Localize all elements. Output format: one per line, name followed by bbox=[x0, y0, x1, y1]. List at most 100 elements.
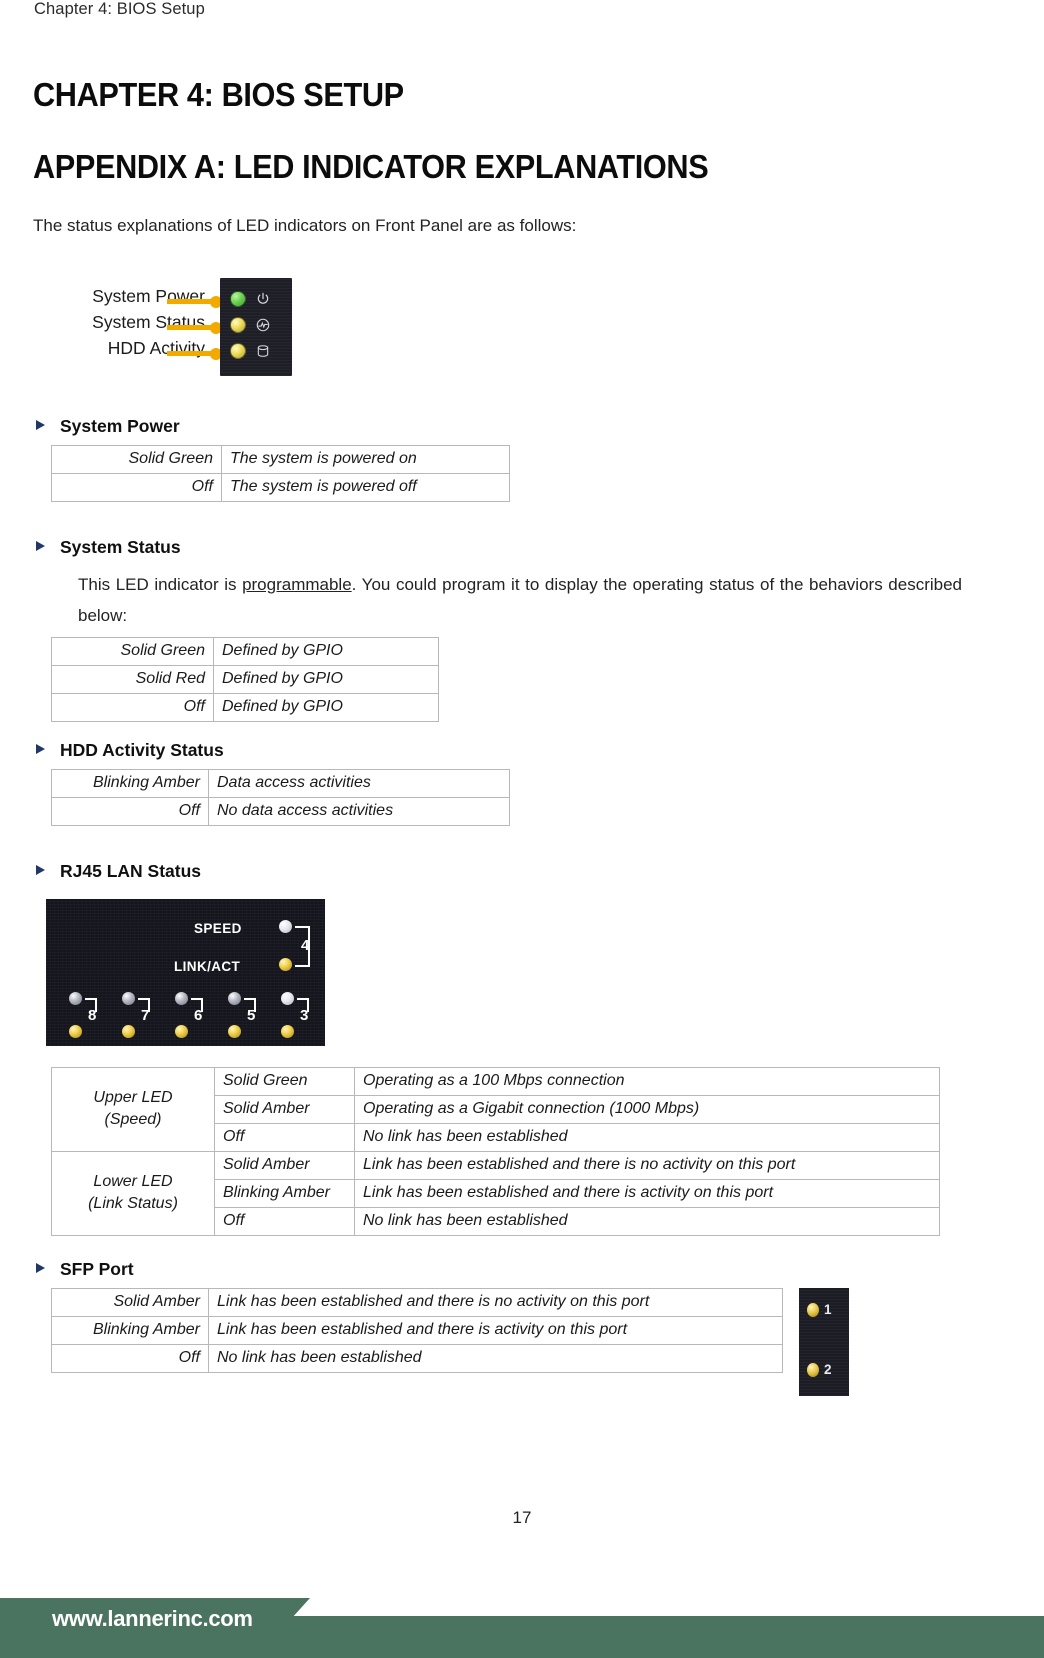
power-led bbox=[230, 291, 246, 307]
rj45-port-number-4: 4 bbox=[301, 937, 310, 954]
rj45-port-number-3: 3 bbox=[300, 1007, 309, 1024]
system-status-paragraph: This LED indicator is programmable. You … bbox=[78, 575, 962, 626]
table-row: Blinking Amber Data access activities bbox=[51, 769, 510, 798]
table-row: Lower LED (Link Status) Solid Amber Link … bbox=[51, 1151, 940, 1236]
rj45-speed-led bbox=[279, 920, 292, 933]
rj45-port-number-6: 6 bbox=[194, 1007, 203, 1024]
description-cell: No link has been established bbox=[354, 1123, 940, 1152]
rj45-lower-led-3 bbox=[281, 1025, 294, 1038]
bullet-triangle-icon bbox=[36, 744, 45, 754]
state-cell: Solid Amber bbox=[214, 1151, 355, 1180]
table-row: Upper LED (Speed) Solid Green Operating a… bbox=[51, 1067, 940, 1152]
rj45-upper-led-6 bbox=[175, 992, 188, 1005]
section-heading-system-status: System Status bbox=[36, 537, 181, 558]
rj45-port-number-8: 8 bbox=[88, 1007, 97, 1024]
description-cell: Data access activities bbox=[208, 769, 510, 798]
bullet-triangle-icon bbox=[36, 865, 45, 875]
rj45-port-number-7: 7 bbox=[141, 1007, 150, 1024]
rj45-speed-label: SPEED bbox=[194, 921, 242, 936]
state-cell: Blinking Amber bbox=[51, 769, 209, 798]
appendix-heading: APPENDIX A: LED INDICATOR EXPLANATIONS bbox=[33, 148, 709, 185]
intro-paragraph: The status explanations of LED indicator… bbox=[33, 216, 577, 235]
state-cell: Blinking Amber bbox=[214, 1179, 355, 1208]
callout-arrow-hdd-activity bbox=[167, 347, 222, 360]
chapter-heading: CHAPTER 4: BIOS SETUP bbox=[33, 76, 404, 113]
callout-arrow-system-power bbox=[167, 295, 222, 308]
state-cell: Solid Green bbox=[51, 637, 214, 666]
rj45-upper-led-3 bbox=[281, 992, 294, 1005]
callout-arrow-system-status bbox=[167, 321, 222, 334]
system-status-table: Solid Green Defined by GPIO Solid Red De… bbox=[51, 637, 439, 722]
status-led bbox=[230, 317, 246, 333]
description-cell: Link has been established and there is a… bbox=[208, 1316, 783, 1345]
power-icon bbox=[257, 292, 269, 304]
rj45-upper-led-8 bbox=[69, 992, 82, 1005]
section-heading-system-power: System Power bbox=[36, 416, 180, 437]
group-label-upper-led: Upper LED (Speed) bbox=[51, 1067, 215, 1152]
table-row: Off The system is powered off bbox=[51, 473, 510, 502]
state-cell: Solid Green bbox=[51, 445, 222, 474]
section-heading-hdd-activity: HDD Activity Status bbox=[36, 740, 224, 761]
bullet-triangle-icon bbox=[36, 1263, 45, 1273]
bullet-triangle-icon bbox=[36, 541, 45, 551]
description-cell: Link has been established and there is n… bbox=[354, 1151, 940, 1180]
section-heading-rj45-lan: RJ45 LAN Status bbox=[36, 861, 201, 882]
sfp-port-number-2: 2 bbox=[824, 1362, 832, 1377]
table-row: Solid Red Defined by GPIO bbox=[51, 665, 439, 694]
state-cell: Solid Amber bbox=[214, 1095, 355, 1124]
rj45-lower-led-8 bbox=[69, 1025, 82, 1038]
state-cell: Solid Green bbox=[214, 1067, 355, 1096]
state-cell: Solid Red bbox=[51, 665, 214, 694]
rj45-lower-led-6 bbox=[175, 1025, 188, 1038]
description-cell: No data access activities bbox=[208, 797, 510, 826]
front-panel-photo bbox=[220, 278, 292, 376]
description-cell: Defined by GPIO bbox=[213, 665, 439, 694]
hdd-led bbox=[230, 343, 246, 359]
description-cell: No link has been established bbox=[354, 1207, 940, 1236]
hdd-icon bbox=[257, 345, 269, 357]
programmable-link: programmable bbox=[242, 575, 352, 594]
running-header: Chapter 4: BIOS Setup bbox=[34, 0, 205, 18]
state-cell: Off bbox=[214, 1123, 355, 1152]
description-cell: Operating as a 100 Mbps connection bbox=[354, 1067, 940, 1096]
rj45-upper-led-5 bbox=[228, 992, 241, 1005]
front-panel-row-power bbox=[230, 288, 286, 310]
rj45-lower-led-5 bbox=[228, 1025, 241, 1038]
description-cell: Operating as a Gigabit connection (1000 … bbox=[354, 1095, 940, 1124]
description-cell: The system is powered off bbox=[221, 473, 510, 502]
state-cell: Off bbox=[51, 473, 222, 502]
rj45-linkact-led bbox=[279, 958, 292, 971]
description-cell: The system is powered on bbox=[221, 445, 510, 474]
sfp-port-photo: 1 2 bbox=[799, 1288, 849, 1396]
description-cell: Defined by GPIO bbox=[213, 637, 439, 666]
rj45-lan-photo: SPEED LINK/ACT 4 8 7 6 5 3 bbox=[46, 899, 325, 1046]
rj45-lower-led-7 bbox=[122, 1025, 135, 1038]
description-cell: No link has been established bbox=[208, 1344, 783, 1373]
bullet-triangle-icon bbox=[36, 420, 45, 430]
sfp-port-number-1: 1 bbox=[824, 1302, 832, 1317]
table-row: Solid Amber Link has been established an… bbox=[51, 1288, 783, 1317]
system-status-icon bbox=[256, 318, 270, 332]
state-cell: Off bbox=[51, 1344, 209, 1373]
sfp-port-1: 1 bbox=[807, 1302, 832, 1317]
section-heading-sfp-port: SFP Port bbox=[36, 1259, 134, 1280]
footer-website: www.lannerinc.com bbox=[52, 1606, 253, 1631]
group-label-lower-led: Lower LED (Link Status) bbox=[51, 1151, 215, 1236]
rj45-upper-led-7 bbox=[122, 992, 135, 1005]
footer-band: www.lannerinc.com bbox=[0, 1598, 1044, 1658]
table-row: Off Defined by GPIO bbox=[51, 693, 439, 722]
front-panel-row-hdd bbox=[230, 340, 286, 362]
sfp-led-1 bbox=[807, 1302, 819, 1317]
table-row: Blinking Amber Link has been established… bbox=[51, 1316, 783, 1345]
rj45-port-number-5: 5 bbox=[247, 1007, 256, 1024]
state-cell: Off bbox=[51, 797, 209, 826]
description-cell: Link has been established and there is n… bbox=[208, 1288, 783, 1317]
sfp-led-2 bbox=[807, 1362, 819, 1377]
table-row: Solid Green The system is powered on bbox=[51, 445, 510, 474]
table-row: Off No data access activities bbox=[51, 797, 510, 826]
hdd-activity-table: Blinking Amber Data access activities Of… bbox=[51, 769, 510, 826]
document-page: Chapter 4: BIOS Setup CHAPTER 4: BIOS SE… bbox=[0, 0, 1044, 1658]
page-number: 17 bbox=[512, 1508, 532, 1527]
front-panel-figure: System Power System Status HDD Activity bbox=[55, 278, 292, 385]
rj45-status-table: Upper LED (Speed) Solid Green Operating a… bbox=[51, 1067, 940, 1236]
